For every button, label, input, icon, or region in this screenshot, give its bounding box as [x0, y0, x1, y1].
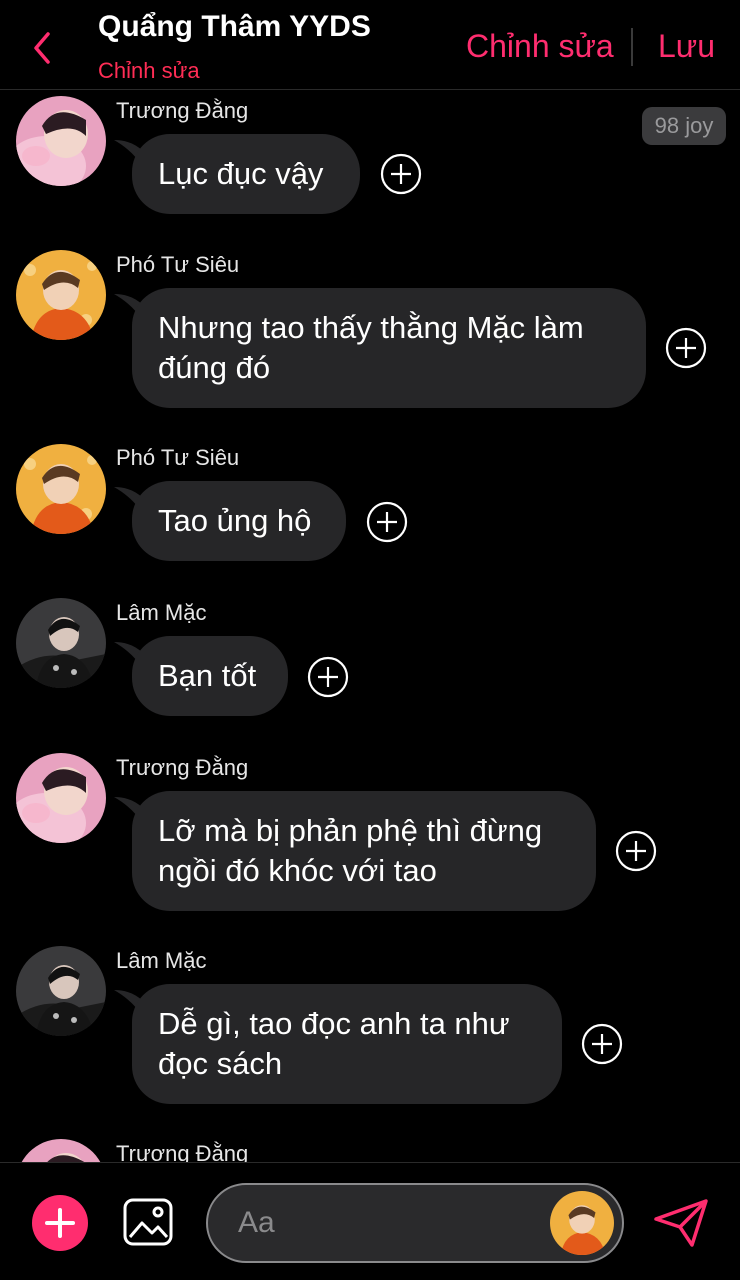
add-button[interactable] — [32, 1195, 88, 1251]
image-icon — [123, 1198, 173, 1246]
chevron-left-icon — [34, 32, 50, 64]
sender-name: Trương Đằng — [116, 1141, 249, 1162]
avatar[interactable] — [16, 96, 106, 186]
edit-button[interactable]: Chỉnh sửa — [466, 28, 614, 65]
message-bubble[interactable]: Tao ủng hộ — [132, 481, 346, 561]
plus-circle-icon — [380, 153, 422, 195]
react-button[interactable] — [665, 327, 707, 369]
image-button[interactable] — [122, 1197, 174, 1247]
message-bubble[interactable]: Dễ gì, tao đọc anh ta như đọc sách — [132, 984, 562, 1104]
sender-name: Lâm Mặc — [116, 600, 207, 625]
chat-title: Quẩng Thâm YYDS — [98, 10, 371, 43]
sender-avatar-toggle[interactable] — [550, 1191, 614, 1255]
react-button[interactable] — [307, 656, 349, 698]
avatar[interactable] — [16, 444, 106, 534]
react-button[interactable] — [380, 153, 422, 195]
sender-name: Trương Đằng — [116, 98, 249, 123]
message-list[interactable]: 98 joy Trương Đằng Lục đục vậy Phó Tư Si… — [0, 91, 740, 1162]
sender-name: Phó Tư Siêu — [116, 445, 240, 470]
joy-badge: 98 joy — [642, 107, 726, 145]
message-input-wrapper[interactable] — [206, 1183, 624, 1263]
message-bubble[interactable]: Nhưng tao thấy thằng Mặc làm đúng đó — [132, 288, 646, 408]
save-button[interactable]: Lưu — [658, 28, 715, 65]
avatar[interactable] — [16, 1139, 106, 1162]
send-button[interactable] — [652, 1197, 710, 1249]
plus-circle-icon — [366, 501, 408, 543]
avatar[interactable] — [16, 250, 106, 340]
plus-circle-icon — [307, 656, 349, 698]
send-icon — [654, 1199, 708, 1247]
sender-name: Trương Đằng — [116, 755, 249, 780]
composer-bar — [0, 1162, 740, 1280]
react-button[interactable] — [581, 1023, 623, 1065]
plus-icon — [45, 1208, 75, 1238]
avatar[interactable] — [16, 946, 106, 1036]
message-bubble[interactable]: Bạn tốt — [132, 636, 288, 716]
chat-header: Quẩng Thâm YYDS Chỉnh sửa Chỉnh sửa Lưu — [0, 0, 740, 90]
react-button[interactable] — [615, 830, 657, 872]
plus-circle-icon — [615, 830, 657, 872]
plus-circle-icon — [665, 327, 707, 369]
message-bubble[interactable]: Lục đục vậy — [132, 134, 360, 214]
avatar[interactable] — [16, 753, 106, 843]
message-input[interactable] — [238, 1199, 538, 1247]
sender-name: Lâm Mặc — [116, 948, 207, 973]
message-bubble[interactable]: Lỡ mà bị phản phệ thì đừng ngồi đó khóc … — [132, 791, 596, 911]
sender-name: Phó Tư Siêu — [116, 252, 240, 277]
back-button[interactable] — [28, 28, 60, 68]
react-button[interactable] — [366, 501, 408, 543]
chat-subtitle: Chỉnh sửa — [98, 58, 200, 83]
avatar[interactable] — [16, 598, 106, 688]
plus-circle-icon — [581, 1023, 623, 1065]
header-divider — [631, 28, 633, 66]
